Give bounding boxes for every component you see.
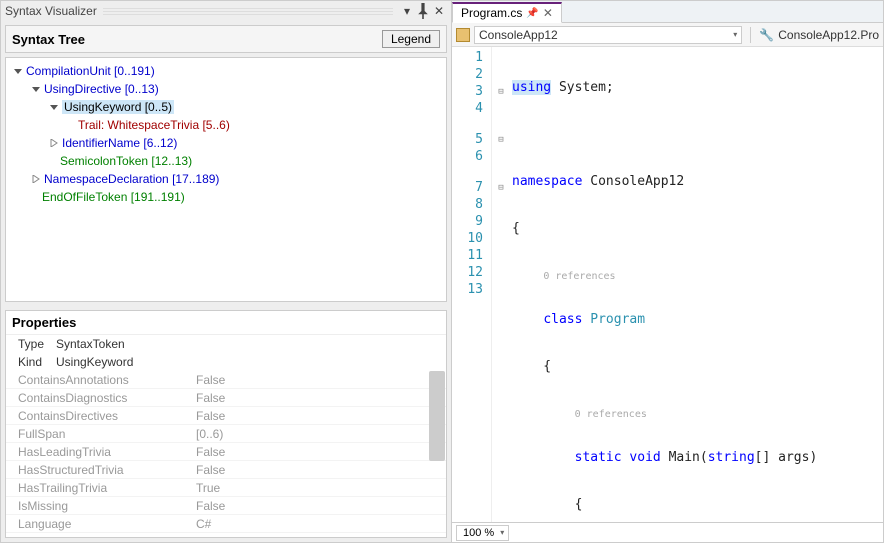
property-name: FullSpan xyxy=(6,427,196,441)
property-value: True xyxy=(196,481,446,495)
prop-kind-row: Kind UsingKeyword xyxy=(6,353,446,371)
wrench-icon: 🔧 xyxy=(759,28,774,42)
property-row[interactable]: HasTrailingTriviaTrue xyxy=(6,479,446,497)
property-row[interactable]: ContainsAnnotationsFalse xyxy=(6,371,446,389)
expander-icon[interactable] xyxy=(48,137,60,149)
tree-node[interactable]: EndOfFileToken [191..191) xyxy=(42,190,185,204)
tree-node[interactable]: Trail: WhitespaceTrivia [5..6) xyxy=(78,118,230,132)
code-token: Program xyxy=(590,312,645,327)
tree-node[interactable]: SemicolonToken [12..13) xyxy=(60,154,192,168)
editor-tabs: Program.cs 📌 ✕ xyxy=(452,1,883,23)
tab-label: Program.cs xyxy=(461,6,522,20)
property-row[interactable]: ContainsDirectivesFalse xyxy=(6,407,446,425)
property-row[interactable]: FullSpan[0..6) xyxy=(6,425,446,443)
pin-icon[interactable]: 📌 xyxy=(526,8,538,19)
codelens[interactable]: 0 references xyxy=(575,409,647,420)
scrollbar-thumb[interactable] xyxy=(429,371,445,461)
property-row[interactable]: HasStructuredTriviaFalse xyxy=(6,461,446,479)
syntax-tree[interactable]: CompilationUnit [0..191) UsingDirective … xyxy=(5,57,447,302)
codelens[interactable]: 0 references xyxy=(543,271,615,282)
property-value: C# xyxy=(196,517,446,531)
tree-node[interactable]: UsingDirective [0..13) xyxy=(44,82,159,96)
combo-text: ConsoleApp12 xyxy=(479,28,558,42)
panel-title-text: Syntax Visualizer xyxy=(5,4,97,18)
legend-button[interactable]: Legend xyxy=(382,30,440,48)
property-name: HasTrailingTrivia xyxy=(6,481,196,495)
code-token: using xyxy=(512,80,551,95)
property-row[interactable]: HasLeadingTriviaFalse xyxy=(6,443,446,461)
expander-icon[interactable] xyxy=(48,101,60,113)
property-value: False xyxy=(196,373,446,387)
tree-node[interactable]: CompilationUnit [0..191) xyxy=(26,64,155,78)
prop-type-value: SyntaxToken xyxy=(56,337,125,351)
code-token: namespace xyxy=(512,174,582,189)
property-value: False xyxy=(196,445,446,459)
prop-kind-label: Kind xyxy=(6,355,56,369)
property-name: IsMissing xyxy=(6,499,196,513)
code-token: string xyxy=(708,450,755,465)
code-token: ConsoleApp12 xyxy=(582,174,684,189)
zoom-value: 100 % xyxy=(463,527,494,539)
code-token: void xyxy=(629,450,668,465)
code-token: System; xyxy=(551,80,614,95)
expander-icon[interactable] xyxy=(30,173,42,185)
close-icon[interactable]: ✕ xyxy=(543,6,553,20)
code-token: { xyxy=(512,496,883,513)
syntax-tree-header: Syntax Tree Legend xyxy=(5,25,447,53)
line-gutter: 12345678910111213 xyxy=(452,47,492,522)
project-combo[interactable]: ConsoleApp12 ▾ xyxy=(474,26,742,44)
tab-program-cs[interactable]: Program.cs 📌 ✕ xyxy=(452,2,562,23)
property-name: HasStructuredTrivia xyxy=(6,463,196,477)
property-value: [0..6) xyxy=(196,427,446,441)
prop-type-label: Type xyxy=(6,337,56,351)
prop-kind-value: UsingKeyword xyxy=(56,355,133,369)
property-value: False xyxy=(196,409,446,423)
properties-header: Properties xyxy=(6,311,446,335)
property-value: False xyxy=(196,499,446,513)
code-token: { xyxy=(512,358,883,375)
code-token: [] args) xyxy=(755,450,818,465)
dropdown-icon[interactable]: ▾ xyxy=(399,3,415,19)
property-row[interactable]: ContainsDiagnosticsFalse xyxy=(6,389,446,407)
property-name: ContainsDiagnostics xyxy=(6,391,196,405)
divider xyxy=(750,27,751,43)
properties-panel: Properties Type SyntaxToken Kind UsingKe… xyxy=(5,310,447,538)
titlebar-grip xyxy=(103,7,393,15)
properties-grid[interactable]: ContainsAnnotationsFalseContainsDiagnost… xyxy=(6,371,446,537)
editor-statusbar: 100 % ▾ xyxy=(452,522,883,542)
property-name: HasLeadingTrivia xyxy=(6,445,196,459)
syntax-tree-label: Syntax Tree xyxy=(12,32,382,47)
csharp-file-icon xyxy=(456,28,470,42)
tree-node[interactable]: IdentifierName [6..12) xyxy=(62,136,177,150)
fold-column[interactable]: ⊟⊟⊟ xyxy=(492,47,510,522)
close-icon[interactable]: ✕ xyxy=(431,3,447,19)
expander-icon[interactable] xyxy=(30,83,42,95)
code-token: Main( xyxy=(669,450,708,465)
syntax-visualizer-panel: Syntax Visualizer ▾ ✕ Syntax Tree Legend… xyxy=(0,0,452,543)
property-name: Language xyxy=(6,517,196,531)
expander-icon[interactable] xyxy=(12,65,24,77)
prop-type-row: Type SyntaxToken xyxy=(6,335,446,353)
code-token: class xyxy=(543,312,590,327)
zoom-combo[interactable]: 100 % ▾ xyxy=(456,525,509,541)
tree-node-selected[interactable]: UsingKeyword [0..5) xyxy=(62,100,174,114)
property-row[interactable]: LanguageC# xyxy=(6,515,446,533)
property-name: ContainsDirectives xyxy=(6,409,196,423)
property-row[interactable]: IsMissingFalse xyxy=(6,497,446,515)
property-value: False xyxy=(196,391,446,405)
editor-panel: Program.cs 📌 ✕ ConsoleApp12 ▾ 🔧 ConsoleA… xyxy=(452,0,884,543)
chevron-down-icon: ▾ xyxy=(733,30,737,39)
code-editor[interactable]: 12345678910111213 ⊟⊟⊟ using System; name… xyxy=(452,47,883,522)
property-value: False xyxy=(196,463,446,477)
namespace-combo[interactable]: ConsoleApp12.Pro xyxy=(778,28,879,42)
code-content[interactable]: using System; namespace ConsoleApp12 { 0… xyxy=(510,47,883,522)
panel-titlebar: Syntax Visualizer ▾ ✕ xyxy=(1,1,451,21)
code-token: { xyxy=(512,220,883,237)
editor-toolbar: ConsoleApp12 ▾ 🔧 ConsoleApp12.Pro xyxy=(452,23,883,47)
property-name: ContainsAnnotations xyxy=(6,373,196,387)
pin-icon[interactable] xyxy=(415,3,431,19)
code-token: static xyxy=(575,450,630,465)
chevron-down-icon: ▾ xyxy=(500,528,504,537)
tree-node[interactable]: NamespaceDeclaration [17..189) xyxy=(44,172,219,186)
